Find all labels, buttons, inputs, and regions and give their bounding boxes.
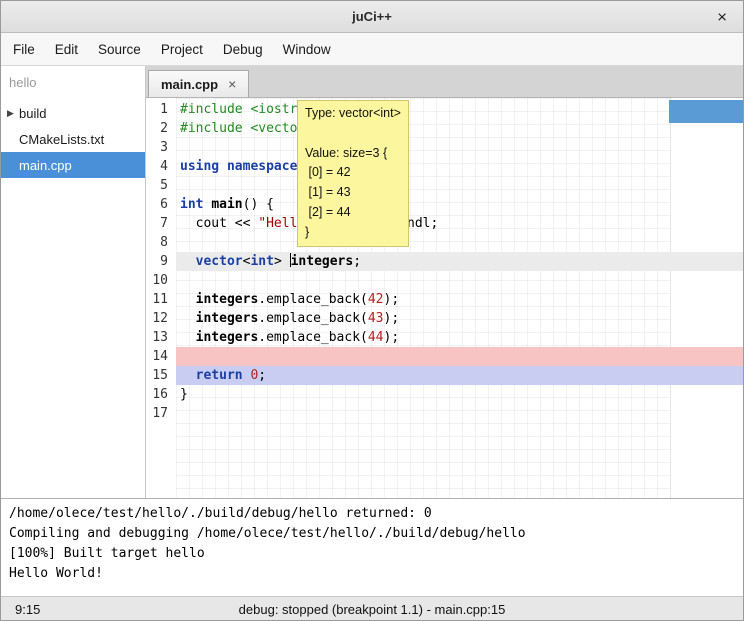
window-title: juCi++ (352, 9, 392, 24)
code-text: #include <iostream> (176, 100, 743, 119)
terminal-line: Hello World! (9, 564, 735, 584)
code-text: } (176, 385, 743, 404)
code-text: int main() { (176, 195, 743, 214)
line-number: 14 (146, 347, 176, 366)
code-line-1[interactable]: 1#include <iostream> (146, 100, 743, 119)
line-number: 8 (146, 233, 176, 252)
line-number: 15 (146, 366, 176, 385)
code-line-2[interactable]: 2#include <vector> (146, 119, 743, 138)
tab-main-cpp[interactable]: main.cpp × (148, 70, 249, 97)
code-text: integers.emplace_back(43); (176, 309, 743, 328)
project-name-label: hello (1, 66, 145, 100)
tab-label: main.cpp (161, 77, 218, 92)
line-number: 11 (146, 290, 176, 309)
tree-item-label: CMakeLists.txt (19, 132, 104, 147)
tab-close-icon[interactable]: × (228, 76, 236, 92)
file-tree: ▶build CMakeLists.txt main.cpp (1, 100, 145, 178)
code-line-4[interactable]: 4using namespace std; (146, 157, 743, 176)
line-number: 17 (146, 404, 176, 423)
code-text (176, 233, 743, 252)
code-line-16[interactable]: 16} (146, 385, 743, 404)
code-text (176, 271, 743, 290)
code-text: cout << "Hello World!" << endl; (176, 214, 743, 233)
code-line-17[interactable]: 17 (146, 404, 743, 423)
code-line-10[interactable]: 10 (146, 271, 743, 290)
tooltip-line (305, 124, 401, 144)
code-line-5[interactable]: 5 (146, 176, 743, 195)
code-line-8[interactable]: 8 (146, 233, 743, 252)
menu-bar: FileEditSourceProjectDebugWindow (1, 33, 743, 66)
tree-item-label: main.cpp (19, 158, 72, 173)
cursor-position-label: 9:15 (15, 602, 40, 617)
tooltip-line: [2] = 44 (305, 203, 401, 223)
main-area: hello ▶build CMakeLists.txt main.cpp main.… (1, 66, 743, 498)
code-text: #include <vector> (176, 119, 743, 138)
code-text: return 0; (176, 366, 743, 385)
tree-item-label: build (19, 106, 46, 121)
code-line-3[interactable]: 3 (146, 138, 743, 157)
menu-source[interactable]: Source (88, 33, 151, 65)
code-line-11[interactable]: 11 integers.emplace_back(42); (146, 290, 743, 309)
window-close-icon[interactable]: × (717, 8, 727, 25)
editor-column: main.cpp × 1#include <iostream>2#include… (146, 66, 743, 498)
tooltip-line: Type: vector<int> (305, 104, 401, 124)
scrollbar-indicator[interactable] (669, 100, 743, 123)
app-window: juCi++ × FileEditSourceProjectDebugWindo… (0, 0, 744, 621)
debug-value-tooltip: Type: vector<int> Value: size=3 { [0] = … (297, 100, 409, 247)
code-line-9[interactable]: 9 vector<int> integers; (146, 252, 743, 271)
tree-item-build[interactable]: ▶build (1, 100, 145, 126)
menu-debug[interactable]: Debug (213, 33, 273, 65)
line-number: 9 (146, 252, 176, 271)
tooltip-line: Value: size=3 { (305, 144, 401, 164)
tab-bar: main.cpp × (146, 66, 743, 98)
code-text (176, 404, 743, 423)
menu-file[interactable]: File (3, 33, 45, 65)
line-number: 7 (146, 214, 176, 233)
line-number: 12 (146, 309, 176, 328)
line-number: 2 (146, 119, 176, 138)
line-number: 6 (146, 195, 176, 214)
line-number: 1 (146, 100, 176, 119)
line-number: 13 (146, 328, 176, 347)
code-line-14[interactable]: 14 (146, 347, 743, 366)
code-text (176, 176, 743, 195)
debug-status-message: debug: stopped (breakpoint 1.1) - main.c… (239, 602, 506, 617)
code-text: vector<int> integers; (176, 252, 743, 271)
terminal-line: [100%] Built target hello (9, 544, 735, 564)
code-text (176, 347, 743, 366)
sidebar: hello ▶build CMakeLists.txt main.cpp (1, 66, 146, 498)
code-line-7[interactable]: 7 cout << "Hello World!" << endl; (146, 214, 743, 233)
code-editor[interactable]: 1#include <iostream>2#include <vector>34… (146, 98, 743, 498)
code-line-12[interactable]: 12 integers.emplace_back(43); (146, 309, 743, 328)
line-number: 16 (146, 385, 176, 404)
line-number: 4 (146, 157, 176, 176)
code-text: using namespace std; (176, 157, 743, 176)
expander-icon[interactable]: ▶ (1, 108, 17, 119)
menu-project[interactable]: Project (151, 33, 213, 65)
terminal-line: Compiling and debugging /home/olece/test… (9, 524, 735, 544)
code-line-6[interactable]: 6int main() { (146, 195, 743, 214)
terminal-line: /home/olece/test/hello/./build/debug/hel… (9, 504, 735, 524)
code-line-15[interactable]: 15 return 0; (146, 366, 743, 385)
code-line-13[interactable]: 13 integers.emplace_back(44); (146, 328, 743, 347)
line-number: 5 (146, 176, 176, 195)
code-lines: 1#include <iostream>2#include <vector>34… (146, 98, 743, 423)
menu-edit[interactable]: Edit (45, 33, 88, 65)
menu-window[interactable]: Window (273, 33, 341, 65)
code-text: integers.emplace_back(44); (176, 328, 743, 347)
title-bar: juCi++ × (1, 1, 743, 33)
line-number: 10 (146, 271, 176, 290)
tree-item-cmakelists-txt[interactable]: CMakeLists.txt (1, 126, 145, 152)
tooltip-line: } (305, 223, 401, 243)
code-text (176, 138, 743, 157)
status-bar: 9:15 debug: stopped (breakpoint 1.1) - m… (1, 596, 743, 621)
tooltip-line: [0] = 42 (305, 163, 401, 183)
tree-item-main-cpp[interactable]: main.cpp (1, 152, 145, 178)
terminal-output[interactable]: /home/olece/test/hello/./build/debug/hel… (1, 498, 743, 596)
tooltip-line: [1] = 43 (305, 183, 401, 203)
line-number: 3 (146, 138, 176, 157)
code-text: integers.emplace_back(42); (176, 290, 743, 309)
